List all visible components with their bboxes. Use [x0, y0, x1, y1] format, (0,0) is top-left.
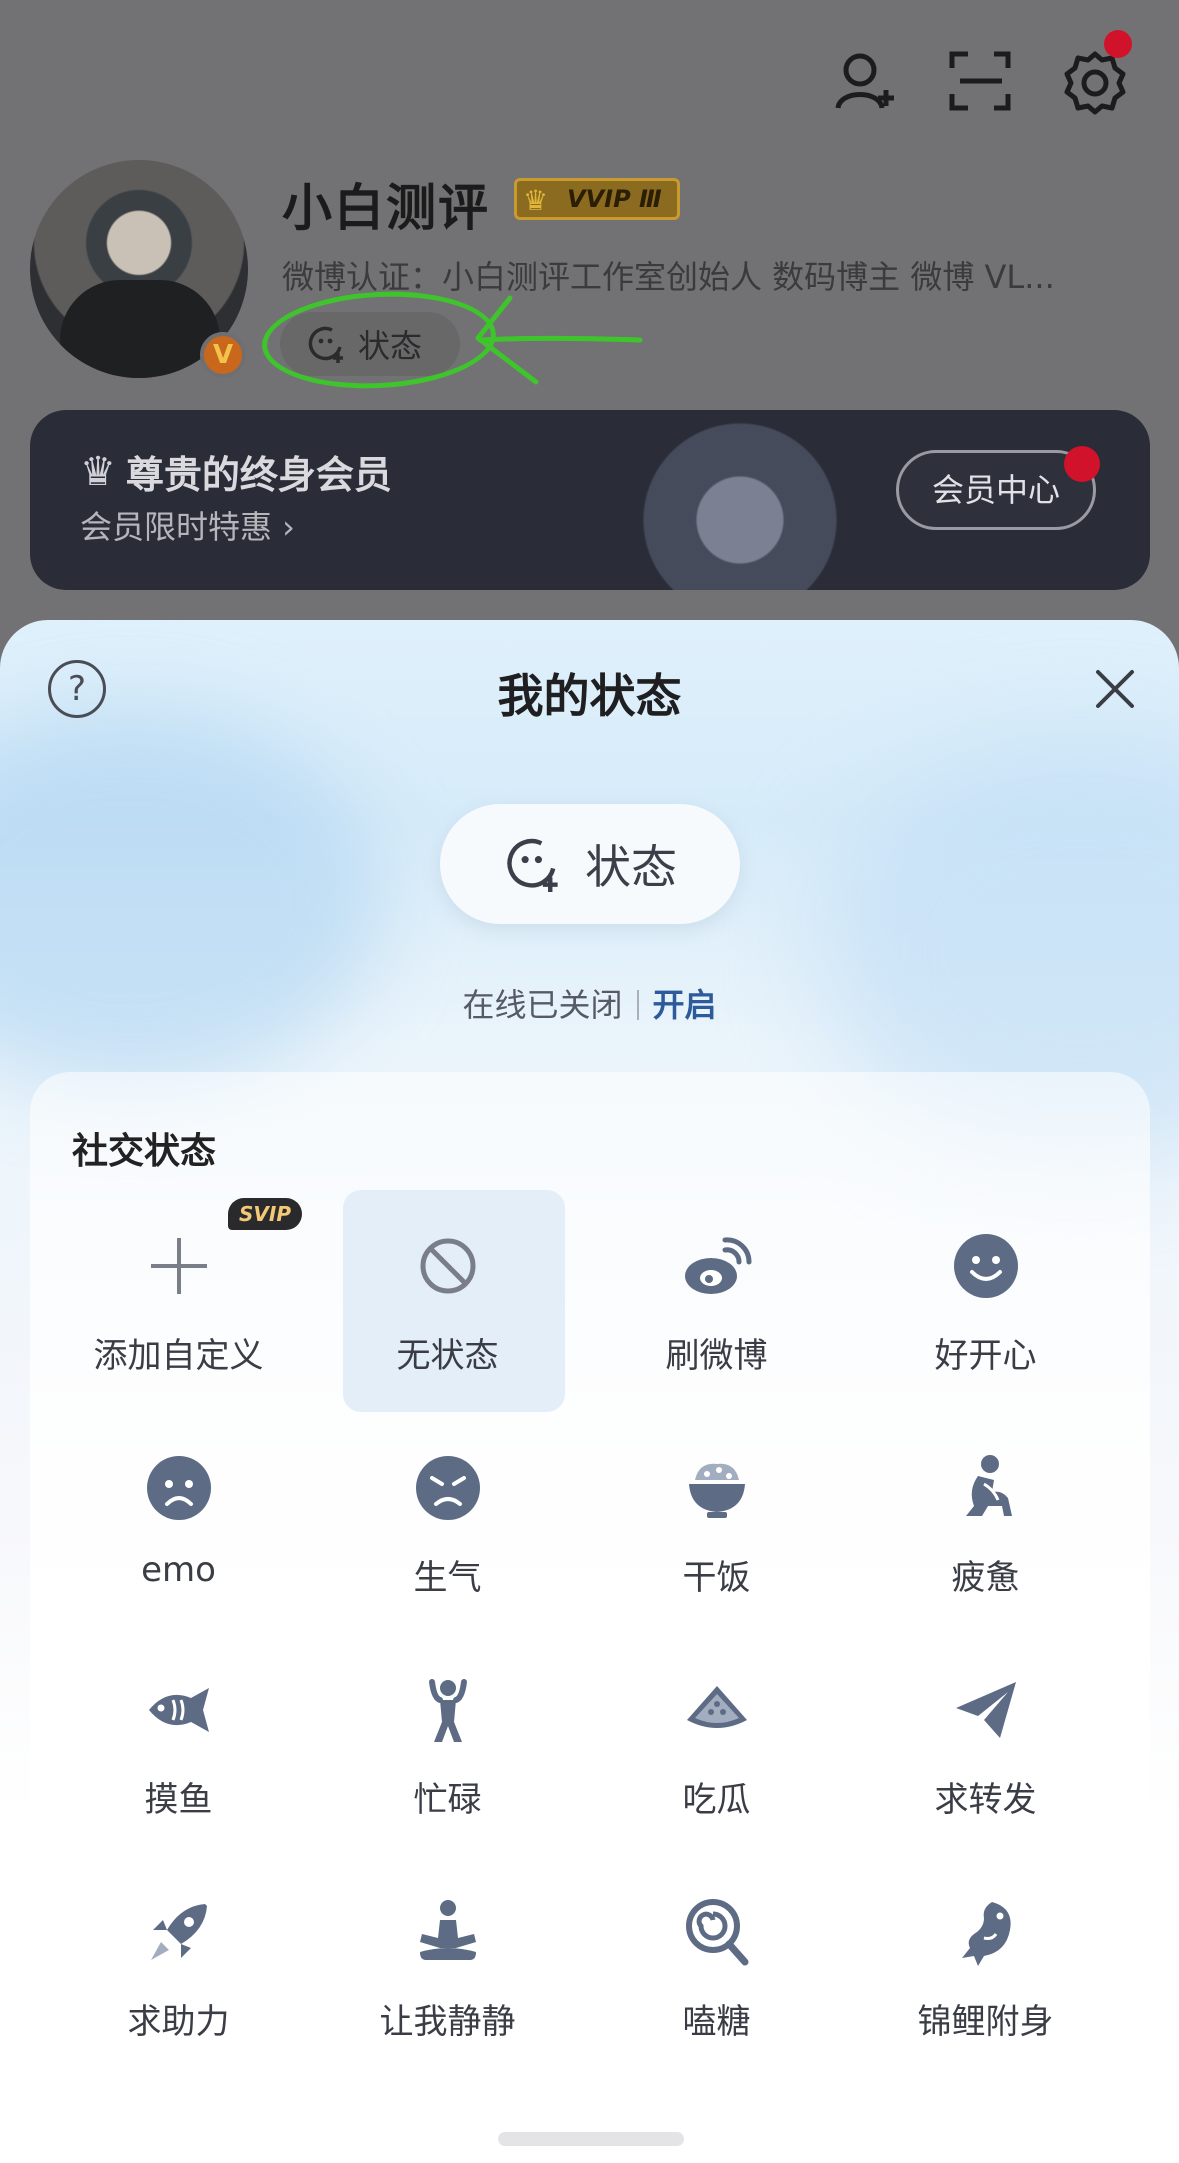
- status-button-label: 状态: [585, 840, 677, 894]
- status-option-label: 添加自定义: [93, 1336, 264, 1376]
- status-option-2[interactable]: 刷微博: [582, 1190, 851, 1412]
- status-option-label: 无状态: [396, 1336, 499, 1376]
- my-status-sheet: ? 我的状态 状态 在线已关闭 开启 社交状态 添加自定义 SVIP 无状态 刷微博 好开…: [0, 620, 1179, 2163]
- status-option-11[interactable]: 求转发: [851, 1634, 1120, 1856]
- status-option-label: 生气: [413, 1558, 482, 1598]
- vip-title-text: 尊贵的终身会员: [125, 453, 392, 497]
- rocket-icon: [141, 1894, 217, 1970]
- status-button[interactable]: 状态: [440, 804, 740, 924]
- weibo-icon: [679, 1228, 755, 1304]
- close-icon[interactable]: [1088, 662, 1142, 716]
- status-option-8[interactable]: 摸鱼: [44, 1634, 313, 1856]
- vip-banner[interactable]: ♛ 尊贵的终身会员 会员限时特惠 › 会员中心: [30, 410, 1150, 590]
- vip-banner-subtitle[interactable]: 会员限时特惠 ›: [80, 502, 295, 548]
- section-title: 社交状态: [72, 1131, 217, 1172]
- sad-face-icon: [141, 1450, 217, 1526]
- status-option-1[interactable]: 无状态: [313, 1190, 582, 1412]
- busy-person-icon: [410, 1672, 486, 1748]
- rice-bowl-icon: [679, 1450, 755, 1526]
- status-option-label: 好开心: [934, 1336, 1037, 1376]
- vip-banner-artwork: [590, 410, 890, 590]
- online-status-row: 在线已关闭 开启: [0, 980, 1179, 1026]
- status-option-13[interactable]: 让我静静: [313, 1856, 582, 2078]
- no-status-icon: [410, 1228, 486, 1304]
- angry-face-icon: [410, 1450, 486, 1526]
- vip-crown-icon: ♛: [80, 448, 116, 495]
- status-option-label: 摸鱼: [144, 1780, 213, 1820]
- verified-badge-icon: V: [200, 332, 246, 378]
- online-enable-link[interactable]: 开启: [653, 986, 717, 1024]
- happy-face-icon: [948, 1228, 1024, 1304]
- tired-person-icon: [948, 1450, 1024, 1526]
- vip-notification-dot: [1064, 446, 1100, 482]
- background-glow: [0, 710, 380, 1090]
- annotation-arrow: [475, 295, 643, 385]
- vip-banner-title: ♛ 尊贵的终身会员: [80, 444, 392, 499]
- status-option-14[interactable]: 嗑糖: [582, 1856, 851, 2078]
- online-status-text: 在线已关闭: [462, 986, 623, 1024]
- status-option-label: emo: [141, 1550, 216, 1590]
- fish-icon: [141, 1672, 217, 1748]
- status-option-label: 求助力: [127, 2002, 230, 2042]
- sheet-title: 我的状态: [497, 669, 682, 723]
- settings-notification-dot: [1104, 30, 1132, 58]
- status-option-4[interactable]: emo: [44, 1412, 313, 1634]
- status-option-label: 让我静静: [379, 2002, 516, 2042]
- status-option-label: 吃瓜: [682, 1780, 751, 1820]
- status-option-15[interactable]: 锦鲤附身: [851, 1856, 1120, 2078]
- certification-text: 微博认证：小白测评工作室创始人 数码博主 微博 VL...: [282, 258, 1055, 296]
- status-option-10[interactable]: 吃瓜: [582, 1634, 851, 1856]
- status-option-label: 忙碌: [413, 1780, 482, 1820]
- social-status-card: 社交状态 添加自定义 SVIP 无状态 刷微博 好开心 emo 生气 干饭 疲惫摸鱼 忙碌 吃瓜 求转…: [30, 1072, 1150, 2163]
- status-option-label: 求转发: [934, 1780, 1037, 1820]
- vvip-label: VVIP Ⅲ: [567, 185, 662, 213]
- status-option-label: 刷微博: [665, 1336, 768, 1376]
- watermelon-icon: [679, 1672, 755, 1748]
- paper-plane-icon: [948, 1672, 1024, 1748]
- status-option-label: 嗑糖: [682, 2002, 751, 2042]
- status-option-label: 干饭: [682, 1558, 751, 1598]
- status-option-7[interactable]: 疲惫: [851, 1412, 1120, 1634]
- username: 小白测评: [282, 179, 490, 237]
- plus-icon: [141, 1228, 217, 1304]
- status-option-label: 疲惫: [951, 1558, 1020, 1598]
- vvip-badge[interactable]: ♛ VVIP Ⅲ: [514, 178, 680, 220]
- status-option-3[interactable]: 好开心: [851, 1190, 1120, 1412]
- lollipop-icon: [679, 1894, 755, 1970]
- status-grid: 添加自定义 SVIP 无状态 刷微博 好开心 emo 生气 干饭 疲惫摸鱼 忙碌 吃瓜 求转发求助力 让…: [30, 1190, 1150, 2078]
- scan-icon[interactable]: [946, 46, 1016, 116]
- svip-badge: SVIP: [228, 1198, 302, 1230]
- status-option-label: 锦鲤附身: [917, 2002, 1054, 2042]
- status-option-6[interactable]: 干饭: [582, 1412, 851, 1634]
- status-option-12[interactable]: 求助力: [44, 1856, 313, 2078]
- status-option-0[interactable]: 添加自定义 SVIP: [44, 1190, 313, 1412]
- status-option-5[interactable]: 生气: [313, 1412, 582, 1634]
- home-indicator: [498, 2132, 684, 2146]
- status-option-9[interactable]: 忙碌: [313, 1634, 582, 1856]
- profile-background: V 小白测评 ♛ VVIP Ⅲ 微博认证：小白测评工作室创始人 数码博主 微博 V…: [0, 0, 1179, 700]
- meditate-icon: [410, 1894, 486, 1970]
- crown-icon: ♛: [523, 184, 549, 217]
- add-friend-icon[interactable]: [830, 46, 900, 116]
- koi-icon: [948, 1894, 1024, 1970]
- add-status-icon: [507, 838, 558, 893]
